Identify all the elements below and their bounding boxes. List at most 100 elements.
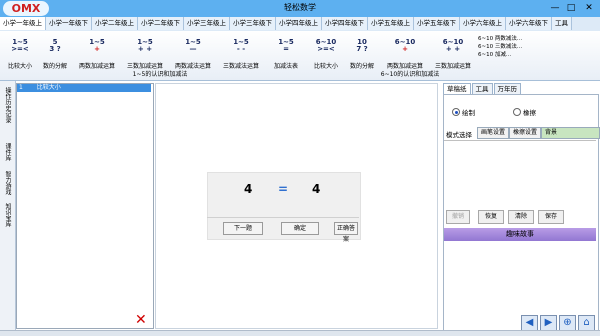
icon-mid-text: — (189, 45, 197, 53)
right-panel-tabs: 草稿纸 工具 万年历 (443, 83, 597, 94)
ribbon-three-add-sub-6to10-button[interactable]: 6~10 + + 三数加减运算 (430, 33, 476, 71)
correct-answer-button[interactable]: 正确答案 (334, 222, 358, 243)
list-item-number: 1 (19, 84, 23, 91)
tab-tools[interactable]: 工具 (552, 17, 572, 30)
delete-icon[interactable]: ✕ (135, 313, 149, 327)
erase-radio-label: 橡擦 (523, 109, 536, 117)
ribbon-two-add-sub-6to10-button[interactable]: 6~10 + 两数加减运算 (382, 33, 428, 71)
maximize-button[interactable]: □ (564, 1, 578, 15)
tab-tools-panel[interactable]: 工具 (471, 83, 493, 94)
background-button[interactable]: 背景 (541, 127, 600, 139)
back-icon[interactable]: ◀ (521, 315, 538, 331)
pen-settings-button[interactable]: 画笔设置 (477, 127, 509, 139)
ribbon-add-sub-table-button[interactable]: 1~5 = 加减法表 (266, 33, 306, 71)
save-button[interactable]: 保存 (538, 210, 564, 224)
tab-grade6-up[interactable]: 小学六年级上 (460, 17, 506, 30)
draw-radio[interactable]: 绘制 (452, 107, 475, 117)
eraser-settings-button[interactable]: 橡擦设置 (509, 127, 541, 139)
icon-mid-text: + (402, 45, 408, 53)
vtab-courseware[interactable]: 课件库 (2, 143, 12, 161)
minimize-button[interactable]: — (548, 1, 562, 15)
compare-icon: 6~10 >=< (308, 33, 344, 59)
app-logo: OMX (3, 1, 49, 16)
left-vertical-tabs: 操作历史记录 课件库 智力游戏 知识宝库 (0, 81, 16, 335)
ribbon-compare-1to5-button[interactable]: 1~5 >=< 比较大小 (3, 33, 37, 71)
icon-mid-text: 3 ? (49, 45, 61, 53)
plus-icon: 1~5 + (74, 33, 120, 59)
tab-grade5-down[interactable]: 小学五年级下 (414, 17, 460, 30)
tab-grade6-down[interactable]: 小学六年级下 (506, 17, 552, 30)
icon-mid-text: >=< (11, 45, 29, 53)
ribbon-two-sub-1to5-button[interactable]: 1~5— 两数减法运算 (170, 33, 216, 71)
vtab-knowledge[interactable]: 知识宝库 (2, 203, 12, 227)
next-question-button[interactable]: 下一题 (223, 222, 263, 235)
ribbon-small-add-sub-6to10[interactable]: 6~10 加减... (478, 51, 522, 59)
vtab-games[interactable]: 智力游戏 (2, 171, 12, 195)
ribbon-two-add-sub-1to5-button[interactable]: 1~5 + 两数加减运算 (74, 33, 120, 71)
quiz-left-number: 4 (244, 182, 253, 196)
icon-mid-text: 7 ? (356, 45, 368, 53)
tab-grade2-up[interactable]: 小学二年级上 (92, 17, 138, 30)
decompose-icon: 53 ? (38, 33, 72, 59)
tab-grade5-up[interactable]: 小学五年级上 (368, 17, 414, 30)
ribbon-label: 比较大小 (313, 63, 338, 70)
radio-selected-icon (452, 108, 460, 116)
ribbon: 1~5 >=< 比较大小 53 ? 数的分解 1~5 + 两数加减运算 1~5 + +… (0, 31, 600, 81)
vtab-history[interactable]: 操作历史记录 (2, 87, 12, 123)
tab-grade2-down[interactable]: 小学二年级下 (138, 17, 184, 30)
close-button[interactable]: ✕ (582, 1, 596, 15)
ribbon-label: 三数减法运算 (222, 63, 259, 70)
quiz-divider (207, 217, 359, 218)
erase-radio[interactable]: 橡擦 (513, 107, 536, 117)
icon-mid-text: = (283, 45, 289, 53)
tab-grade3-up[interactable]: 小学三年级上 (184, 17, 230, 30)
ribbon-three-add-sub-1to5-button[interactable]: 1~5 + + 三数加减运算 (122, 33, 168, 71)
icon-mid-text: + + (137, 45, 153, 53)
tab-scratch-paper[interactable]: 草稿纸 (443, 83, 471, 94)
forward-icon[interactable]: ▶ (540, 315, 557, 331)
list-item-text: 比较大小 (36, 84, 61, 91)
decompose-icon: 10 7 ? (345, 33, 379, 59)
double-plus-icon: 6~10 + + (430, 33, 476, 59)
double-minus-icon: 1~5- - (218, 33, 264, 59)
ribbon-small-three-sub-6to10[interactable]: 6~10 三数减法... (478, 43, 522, 51)
ribbon-decompose-5-button[interactable]: 53 ? 数的分解 (38, 33, 72, 71)
tab-grade3-down[interactable]: 小学三年级下 (230, 17, 276, 30)
grade-tabs: 小学一年级上 小学一年级下 小学二年级上 小学二年级下 小学三年级上 小学三年级… (0, 17, 600, 32)
window-title: 轻松数学 (284, 3, 316, 12)
confirm-button[interactable]: 确定 (281, 222, 319, 235)
minus-icon: 1~5— (170, 33, 216, 59)
fun-stories-bar[interactable]: 趣味故事 (444, 228, 596, 241)
ribbon-group-label-1to5: 1~5的认识和加减法 (132, 71, 188, 78)
ribbon-compare-6to10-button[interactable]: 6~10 >=< 比较大小 (308, 33, 344, 71)
list-item[interactable]: 1 比较大小 (17, 84, 151, 92)
ribbon-three-sub-1to5-button[interactable]: 1~5- - 三数减法运算 (218, 33, 264, 71)
clear-button[interactable]: 清除 (508, 210, 534, 224)
icon-mid-text: >=< (317, 45, 335, 53)
ribbon-label: 数的分解 (42, 63, 67, 70)
icon-mid-text: + (94, 45, 100, 53)
tab-calendar[interactable]: 万年历 (493, 83, 521, 94)
plus-icon: 6~10 + (382, 33, 428, 59)
ribbon-small-two-sub-6to10[interactable]: 6~10 两数减法... (478, 35, 522, 43)
zoom-icon[interactable]: ⊕ (559, 315, 576, 331)
table-icon: 1~5 = (266, 33, 306, 59)
ribbon-decompose-10-button[interactable]: 10 7 ? 数的分解 (345, 33, 379, 71)
tab-grade1-up[interactable]: 小学一年级上 (0, 17, 46, 30)
status-bar (0, 330, 600, 336)
tab-grade1-down[interactable]: 小学一年级下 (46, 17, 92, 30)
quiz-answer-number[interactable]: 4 (312, 182, 320, 196)
draw-radio-label: 绘制 (462, 109, 475, 117)
icon-mid-text: + + (445, 45, 461, 53)
drawing-area[interactable] (444, 140, 596, 207)
undo-button[interactable]: 撤销 (446, 210, 470, 224)
ribbon-small-list: 6~10 两数减法... 6~10 三数减法... 6~10 加减... (478, 35, 522, 59)
redo-button[interactable]: 恢复 (478, 210, 504, 224)
icon-mid-text: - - (236, 45, 246, 53)
tab-grade4-up[interactable]: 小学四年级上 (276, 17, 322, 30)
double-plus-icon: 1~5 + + (122, 33, 168, 59)
ribbon-label: 加减法表 (273, 63, 298, 70)
mode-select-label: 模式选择 (446, 131, 472, 139)
tab-grade4-down[interactable]: 小学四年级下 (322, 17, 368, 30)
home-icon[interactable]: ⌂ (578, 315, 595, 331)
